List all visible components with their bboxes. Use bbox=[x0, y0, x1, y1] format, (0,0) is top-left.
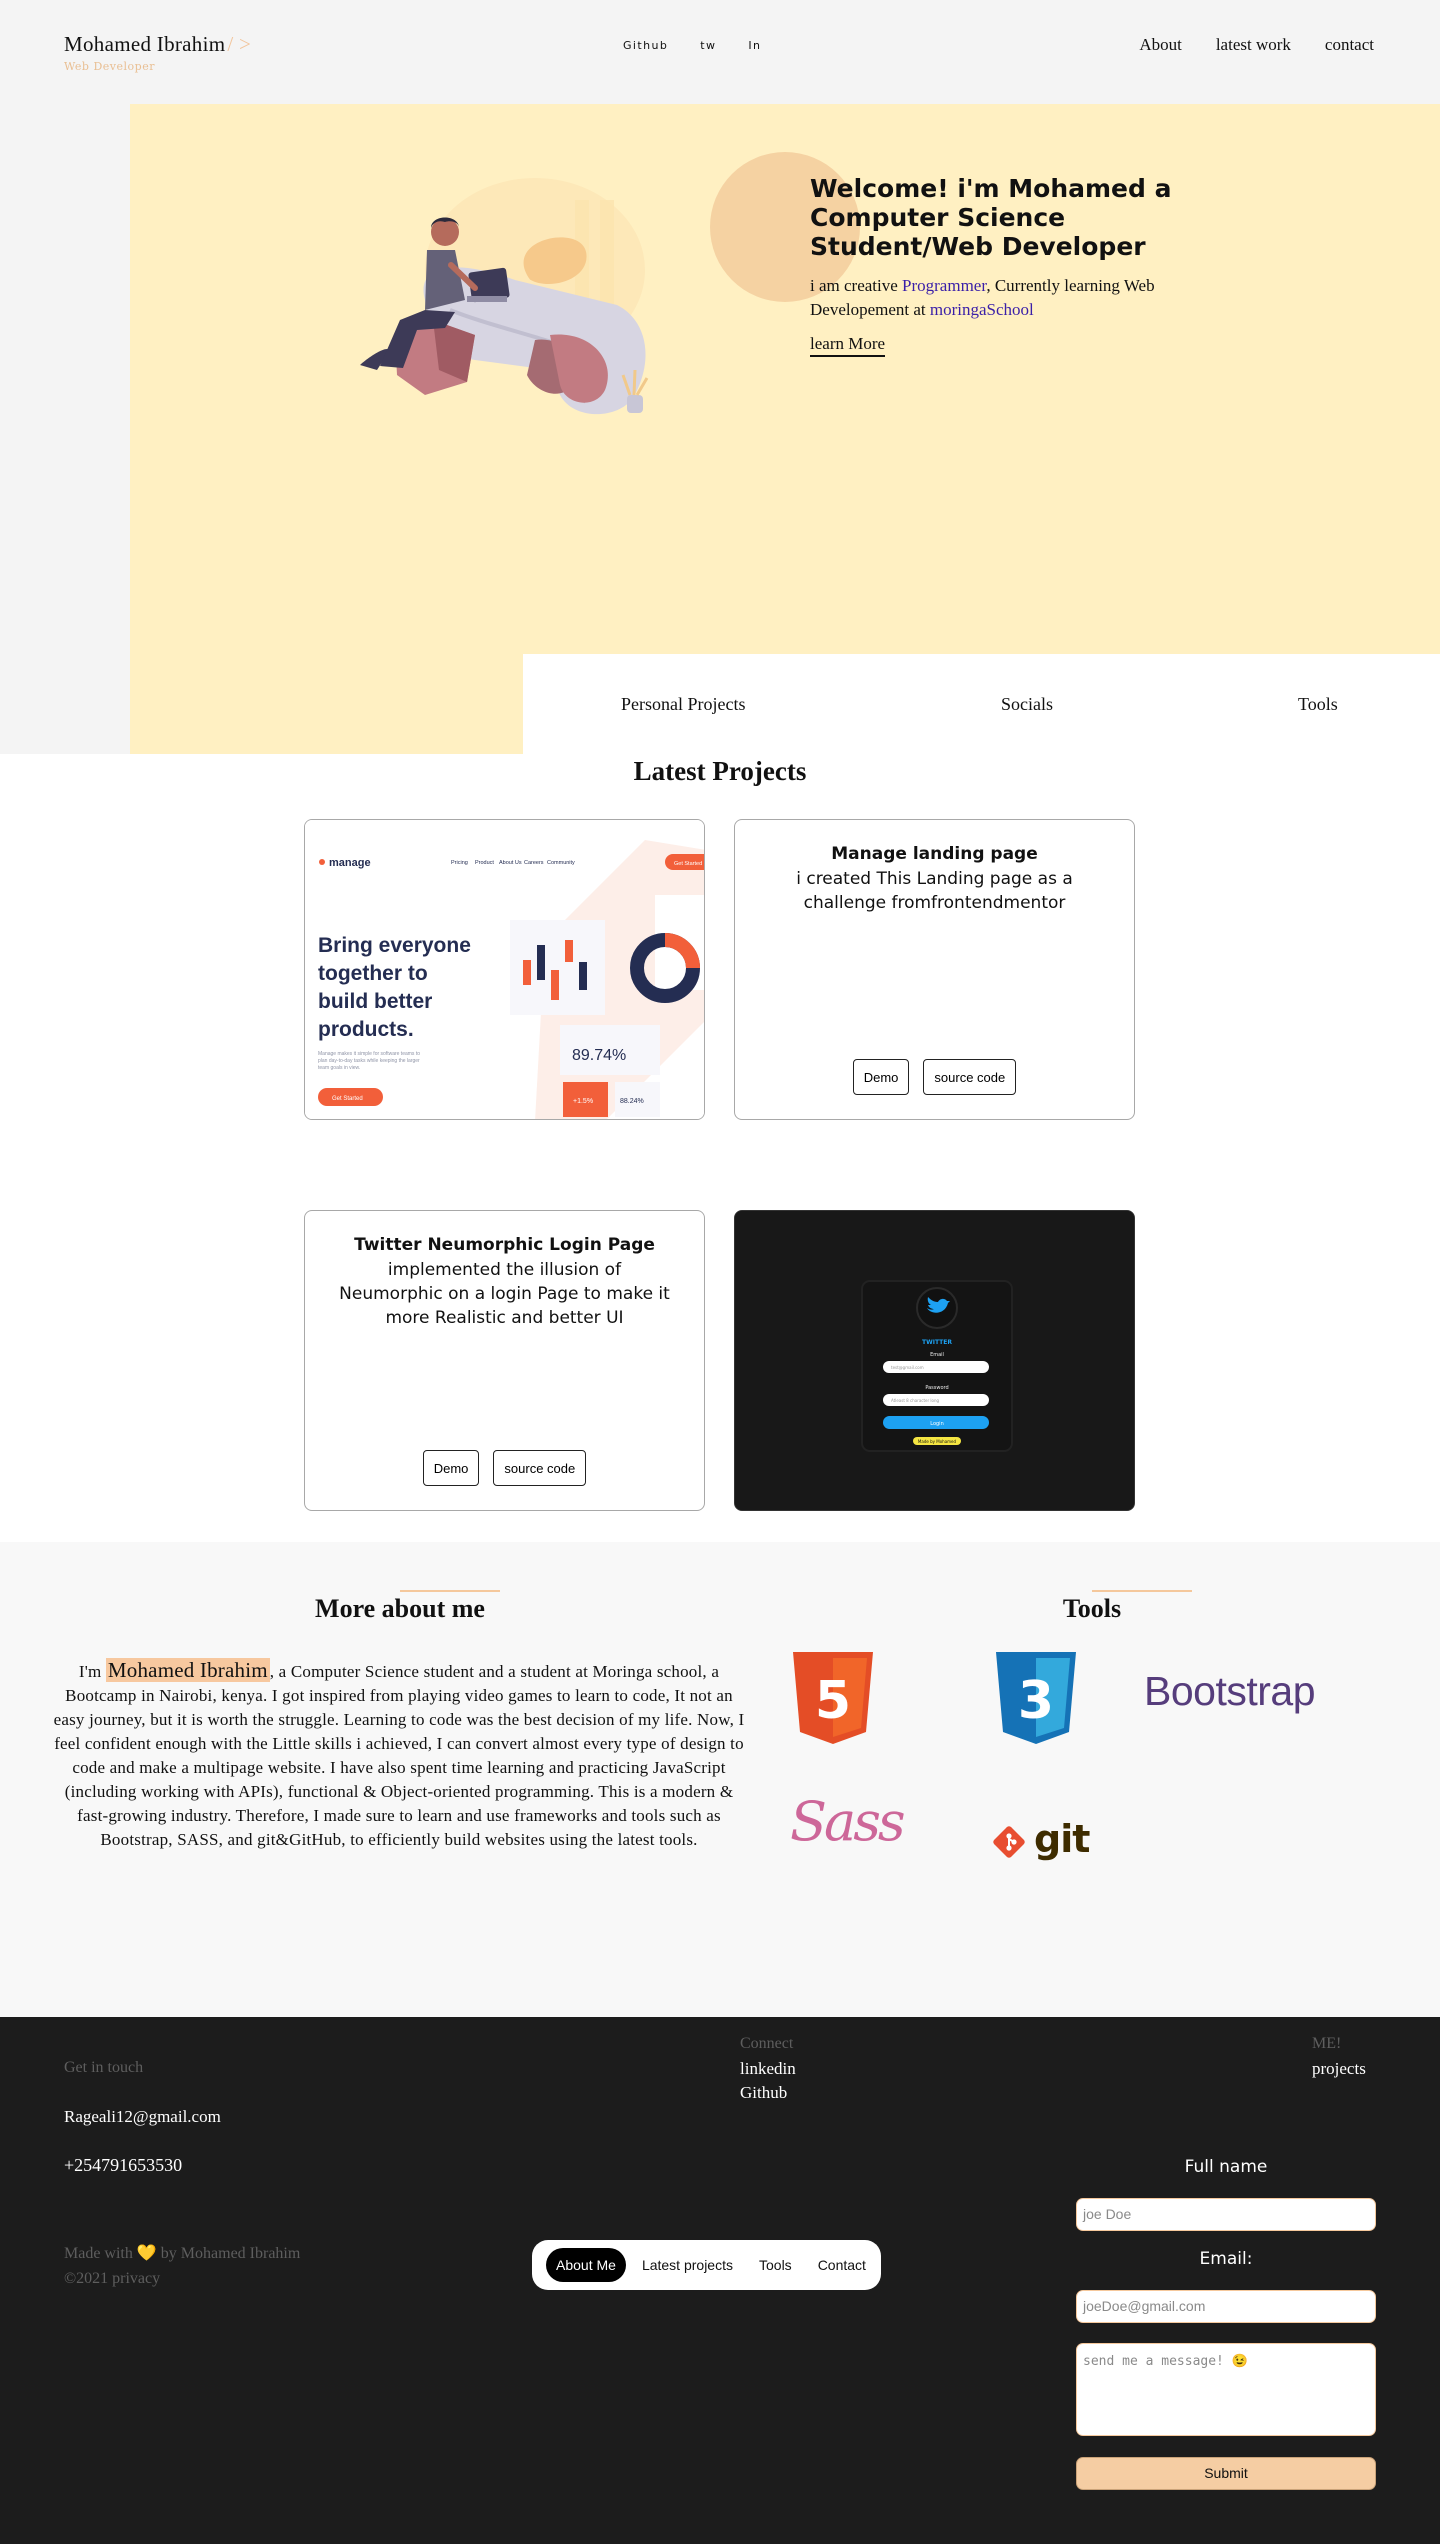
social-nav: Github tw In bbox=[623, 39, 761, 52]
bootstrap-logo: Bootstrap bbox=[1144, 1668, 1316, 1714]
footer-linkedin-link[interactable]: linkedin bbox=[740, 2059, 796, 2079]
developer-illustration bbox=[360, 178, 649, 415]
card-title: Manage landing page bbox=[831, 844, 1038, 864]
brand-role: Web Developer bbox=[64, 60, 155, 73]
tools-title-underline bbox=[1092, 1590, 1192, 1592]
manage-logo: manage bbox=[329, 857, 371, 869]
projects-title: Latest Projects bbox=[633, 756, 807, 786]
manage-nav-2: About Us bbox=[499, 860, 522, 866]
about-lead: I'm bbox=[78, 1662, 106, 1681]
manage-nav-1: Product bbox=[475, 860, 494, 866]
twitter-email-placeholder: test@gmail.com bbox=[891, 1365, 924, 1370]
pill-tools[interactable]: Tools bbox=[749, 2248, 802, 2282]
copyright: ©2021 privacy bbox=[64, 2270, 161, 2287]
hero-text-part: i am creative bbox=[810, 276, 903, 295]
manage-nav-4: Community bbox=[547, 860, 575, 866]
about-name-highlight: Mohamed Ibrahim bbox=[105, 1658, 270, 1682]
main-nav: About latest work contact bbox=[1139, 35, 1374, 55]
manage-cta: Get Started bbox=[674, 861, 702, 867]
brand[interactable]: Mohamed Ibrahim/ > bbox=[64, 32, 251, 57]
hero-highlight-programmer: Programmer bbox=[902, 276, 987, 295]
project-card-manage: Manage landing page i created This Landi… bbox=[734, 819, 1135, 1120]
manage-stat-main: 89.74% bbox=[572, 1047, 626, 1064]
project-card-twitter: Twitter Neumorphic Login Page implemente… bbox=[304, 1210, 705, 1511]
hero-text: i am creative Programmer, Currently lear… bbox=[810, 274, 1250, 322]
manage-preview-card[interactable]: manage Pricing Product About Us Careers … bbox=[304, 819, 705, 1120]
footer-github-link[interactable]: Github bbox=[740, 2083, 787, 2103]
css3-number: 3 bbox=[1018, 1671, 1054, 1731]
projects-section bbox=[0, 754, 1440, 1542]
tab-personal-projects[interactable]: Personal Projects bbox=[621, 694, 745, 715]
manage-button: Get Started bbox=[332, 1096, 363, 1102]
pill-about-me[interactable]: About Me bbox=[546, 2248, 626, 2282]
email-label: Email: bbox=[1199, 2249, 1253, 2269]
source-code-button[interactable]: source code bbox=[923, 1059, 1017, 1095]
git-logo: git bbox=[1034, 1817, 1090, 1861]
made-with-text: Made with 💛 by Mohamed Ibrahim bbox=[64, 2243, 300, 2263]
made-with: Made with bbox=[64, 2245, 137, 2262]
demo-button[interactable]: Demo bbox=[852, 1059, 910, 1095]
brand-name: Mohamed Ibrahim bbox=[64, 32, 226, 56]
learn-more-link[interactable]: learn More bbox=[810, 334, 886, 357]
manage-stat-a: +1.5% bbox=[573, 1098, 593, 1105]
twitter-preview-card[interactable]: TWITTER Email test@gmail.com Password At… bbox=[734, 1210, 1135, 1511]
social-twitter-link[interactable]: tw bbox=[700, 39, 716, 52]
brand-slash: / > bbox=[227, 32, 252, 56]
card-description: i created This Landing page as a challen… bbox=[796, 869, 1073, 913]
nav-latest-work[interactable]: latest work bbox=[1216, 35, 1291, 55]
source-code-button[interactable]: source code bbox=[493, 1450, 587, 1486]
pill-latest-projects[interactable]: Latest projects bbox=[632, 2248, 743, 2282]
social-github-link[interactable]: Github bbox=[623, 39, 668, 52]
get-in-touch-label: Get in touch bbox=[64, 2059, 144, 2076]
message-textarea[interactable]: send me a message! 😉 bbox=[1076, 2343, 1376, 2436]
about-title: More about me bbox=[315, 1594, 485, 1623]
footer-email[interactable]: Rageali12@gmail.com bbox=[64, 2107, 221, 2127]
footer-projects-link[interactable]: projects bbox=[1312, 2059, 1366, 2079]
twitter-password-label: Password bbox=[925, 1385, 948, 1391]
full-name-label: Full name bbox=[1184, 2157, 1268, 2177]
manage-screenshot: manage Pricing Product About Us Careers … bbox=[305, 820, 704, 1119]
tools-title: Tools bbox=[1062, 1594, 1122, 1623]
pill-contact[interactable]: Contact bbox=[808, 2248, 876, 2282]
me-label: ME! bbox=[1312, 2035, 1342, 2052]
git-icon bbox=[993, 1826, 1025, 1858]
nav-about[interactable]: About bbox=[1139, 35, 1182, 55]
twitter-login-screenshot: TWITTER Email test@gmail.com Password At… bbox=[735, 1211, 1134, 1510]
tab-socials[interactable]: Socials bbox=[1001, 694, 1053, 715]
html5-icon: 5 bbox=[793, 1652, 873, 1744]
tab-tools[interactable]: Tools bbox=[1298, 694, 1338, 715]
twitter-heading: TWITTER bbox=[922, 1339, 952, 1346]
submit-button[interactable]: Submit bbox=[1076, 2457, 1376, 2490]
heart-icon: 💛 bbox=[136, 2245, 157, 2262]
social-linkedin-link[interactable]: In bbox=[748, 39, 761, 52]
card-title: Twitter Neumorphic Login Page bbox=[354, 1235, 655, 1255]
footer-phone[interactable]: +254791653530 bbox=[64, 2155, 182, 2176]
twitter-email-label: Email bbox=[930, 1352, 944, 1358]
sass-logo: Sass bbox=[790, 1790, 906, 1853]
twitter-login: Login bbox=[930, 1421, 944, 1427]
manage-nav-0: Pricing bbox=[451, 860, 468, 866]
footer-pill-nav: About Me Latest projects Tools Contact bbox=[532, 2240, 881, 2290]
hero-link-moringa[interactable]: moringaSchool bbox=[930, 300, 1034, 319]
email-input[interactable]: joeDoe@gmail.com bbox=[1076, 2290, 1376, 2323]
card-description: implemented the illusion of Neumorphic o… bbox=[339, 1260, 670, 1328]
css3-icon: 3 bbox=[996, 1652, 1076, 1744]
html5-number: 5 bbox=[815, 1671, 851, 1731]
full-name-input[interactable]: joe Doe bbox=[1076, 2198, 1376, 2231]
twitter-password-placeholder: Atleast 8 character long bbox=[891, 1398, 940, 1403]
nav-contact[interactable]: contact bbox=[1325, 35, 1374, 55]
manage-stat-b: 88.24% bbox=[620, 1098, 644, 1105]
twitter-footer-text: Made by Mohamed bbox=[918, 1439, 957, 1444]
demo-button[interactable]: Demo bbox=[422, 1450, 480, 1486]
hero-title: Welcome! i'm Mohamed a Computer Science … bbox=[810, 174, 1172, 261]
manage-nav-3: Careers bbox=[524, 860, 544, 866]
about-text: I'm Mohamed Ibrahim, a Computer Science … bbox=[48, 1658, 750, 1852]
about-body: , a Computer Science student and a stude… bbox=[53, 1662, 745, 1849]
made-by: by Mohamed Ibrahim bbox=[156, 2245, 301, 2262]
connect-label: Connect bbox=[740, 2035, 794, 2052]
about-title-underline bbox=[400, 1590, 500, 1592]
